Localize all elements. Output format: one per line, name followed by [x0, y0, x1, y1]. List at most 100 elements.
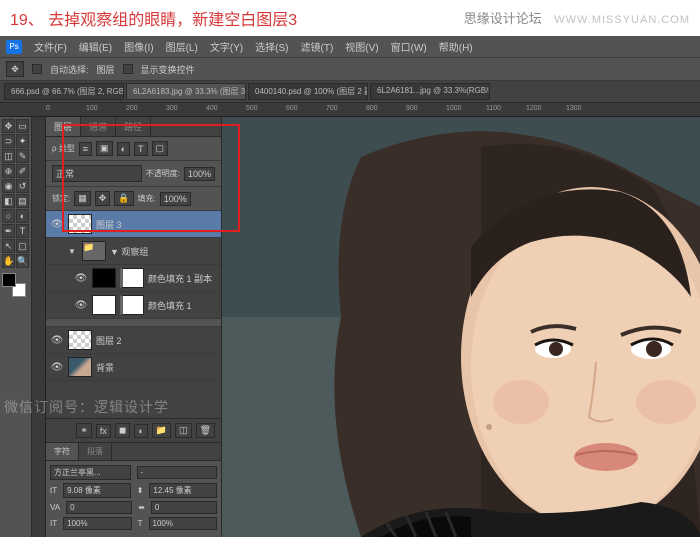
- menu-image[interactable]: 图像(I): [124, 39, 153, 54]
- lock-all-icon[interactable]: 🔒: [114, 191, 133, 206]
- zoom-tool-icon[interactable]: 🔍: [16, 254, 29, 268]
- show-transform-checkbox[interactable]: [123, 64, 133, 74]
- layer-row-layer2[interactable]: 👁 图层 2: [46, 327, 221, 354]
- adjustment-icon[interactable]: ◐: [134, 424, 147, 438]
- layer-thumbnail[interactable]: [68, 330, 92, 350]
- foreground-color[interactable]: [2, 273, 16, 287]
- folder-icon[interactable]: 📁: [152, 423, 171, 438]
- menubar: Ps 文件(F) 编辑(E) 图像(I) 图层(L) 文字(Y) 选择(S) 滤…: [0, 36, 700, 57]
- link-layers-icon[interactable]: ⚭: [76, 423, 92, 438]
- layer-thumbnail[interactable]: [92, 268, 116, 288]
- menu-window[interactable]: 窗口(W): [391, 39, 427, 54]
- menu-help[interactable]: 帮助(H): [439, 39, 473, 54]
- move-tool-icon[interactable]: ✥: [2, 119, 15, 133]
- tracking-input[interactable]: 0: [66, 501, 132, 514]
- layer-mask[interactable]: [120, 268, 144, 288]
- doc-tab-active[interactable]: 6L2A6183.jpg @ 33.3% (图层 3, RGB/8) *: [126, 83, 246, 100]
- folder-icon[interactable]: 📁: [82, 241, 106, 261]
- heal-tool-icon[interactable]: ⊕: [2, 164, 15, 178]
- layer-row-group[interactable]: ▼ 📁 ▼ 观察组: [46, 238, 221, 265]
- menu-layer[interactable]: 图层(L): [166, 39, 198, 54]
- menu-text[interactable]: 文字(Y): [210, 39, 243, 54]
- mask-icon[interactable]: ◼: [115, 423, 130, 438]
- history-brush-icon[interactable]: ↺: [16, 179, 29, 193]
- layer-name[interactable]: 颜色填充 1 副本: [148, 272, 212, 285]
- layer-name[interactable]: ▼ 观察组: [110, 245, 148, 258]
- auto-select-target[interactable]: 图层: [97, 63, 115, 76]
- filter-shape-icon[interactable]: ▢: [152, 141, 169, 156]
- layer-mask[interactable]: [120, 295, 144, 315]
- marquee-tool-icon[interactable]: ▭: [16, 119, 29, 133]
- layer-thumbnail[interactable]: [68, 357, 92, 377]
- layer-row-colorfill[interactable]: 👁 颜色填充 1: [46, 292, 221, 319]
- leading-input[interactable]: 12.45 像素: [149, 483, 217, 498]
- path-tool-icon[interactable]: ↖: [2, 239, 15, 253]
- blur-tool-icon[interactable]: ○: [2, 209, 15, 223]
- kerning-input[interactable]: 0: [151, 501, 217, 514]
- layer-name[interactable]: 图层 3: [96, 218, 122, 231]
- visibility-eye-icon[interactable]: 👁: [74, 299, 88, 311]
- layer-row-background[interactable]: 👁 背景: [46, 354, 221, 381]
- fill-value[interactable]: 100%: [160, 192, 191, 206]
- color-swatches[interactable]: [2, 273, 26, 297]
- menu-edit[interactable]: 编辑(E): [79, 39, 112, 54]
- character-tab[interactable]: 字符: [46, 443, 79, 460]
- dodge-tool-icon[interactable]: ◐: [16, 209, 29, 223]
- menu-file[interactable]: 文件(F): [34, 39, 67, 54]
- lock-pixels-icon[interactable]: ▦: [74, 191, 91, 206]
- brush-tool-icon[interactable]: ✐: [16, 164, 29, 178]
- stamp-tool-icon[interactable]: ◉: [2, 179, 15, 193]
- layer-name[interactable]: 颜色填充 1: [148, 299, 192, 312]
- blend-mode-select[interactable]: 正常: [52, 165, 142, 182]
- gradient-tool-icon[interactable]: ▤: [16, 194, 29, 208]
- hand-tool-icon[interactable]: ✋: [2, 254, 15, 268]
- group-arrow-icon[interactable]: ▼: [68, 247, 78, 256]
- fx-icon[interactable]: fx: [96, 424, 111, 438]
- layer-thumbnail[interactable]: [68, 214, 92, 234]
- font-family-select[interactable]: 方正兰亭黑...: [50, 465, 131, 480]
- visibility-eye-icon[interactable]: 👁: [50, 334, 64, 346]
- layer-name[interactable]: 图层 2: [96, 334, 122, 347]
- menu-select[interactable]: 选择(S): [255, 39, 288, 54]
- move-tool-icon[interactable]: ✥: [6, 61, 24, 77]
- layer-row-layer3[interactable]: 👁 图层 3: [46, 211, 221, 238]
- eraser-tool-icon[interactable]: ◧: [2, 194, 15, 208]
- shape-tool-icon[interactable]: ▢: [16, 239, 29, 253]
- opacity-value[interactable]: 100%: [184, 167, 215, 181]
- wand-tool-icon[interactable]: ✦: [16, 134, 29, 148]
- font-style-select[interactable]: -: [137, 466, 218, 479]
- eyedropper-tool-icon[interactable]: ✎: [16, 149, 29, 163]
- canvas[interactable]: [222, 117, 700, 537]
- vscale-input[interactable]: 100%: [63, 517, 132, 530]
- visibility-eye-icon[interactable]: 👁: [50, 218, 64, 230]
- text-tool-icon[interactable]: T: [16, 224, 29, 238]
- layer-thumbnail[interactable]: [92, 295, 116, 315]
- delete-icon[interactable]: 🗑: [196, 423, 215, 438]
- menu-filter[interactable]: 滤镜(T): [301, 39, 334, 54]
- filter-img-icon[interactable]: ▣: [96, 141, 113, 156]
- crop-tool-icon[interactable]: ◫: [2, 149, 15, 163]
- lock-position-icon[interactable]: ✥: [95, 191, 111, 206]
- doc-tab[interactable]: 6L2A6181...jpg @ 33.3%(RGB/8): [370, 83, 490, 100]
- new-layer-icon[interactable]: ◫: [175, 423, 192, 438]
- hscale-input[interactable]: 100%: [149, 517, 218, 530]
- doc-tab[interactable]: 666.psd @ 66.7% (图层 2, RGB/8) *: [4, 83, 124, 100]
- visibility-empty[interactable]: [50, 245, 64, 257]
- filter-icon[interactable]: ≡: [79, 142, 92, 156]
- menu-view[interactable]: 视图(V): [345, 39, 378, 54]
- layer-row-colorfill-copy[interactable]: 👁 颜色填充 1 副本: [46, 265, 221, 292]
- font-size-input[interactable]: 9.08 像素: [63, 483, 131, 498]
- visibility-eye-icon[interactable]: 👁: [74, 272, 88, 284]
- doc-tab[interactable]: 0400140.psd @ 100% (图层 2 副本, ...: [248, 83, 368, 100]
- layers-tab[interactable]: 图层: [46, 117, 81, 136]
- lasso-tool-icon[interactable]: ⊃: [2, 134, 15, 148]
- layer-name[interactable]: 背景: [96, 361, 114, 374]
- visibility-eye-icon[interactable]: 👁: [50, 361, 64, 373]
- channels-tab[interactable]: 通道: [81, 117, 116, 136]
- paragraph-tab[interactable]: 段落: [79, 443, 112, 460]
- auto-select-checkbox[interactable]: [32, 64, 42, 74]
- filter-adj-icon[interactable]: ◐: [117, 142, 130, 156]
- pen-tool-icon[interactable]: ✒: [2, 224, 15, 238]
- paths-tab[interactable]: 路径: [116, 117, 151, 136]
- filter-text-icon[interactable]: T: [134, 142, 148, 156]
